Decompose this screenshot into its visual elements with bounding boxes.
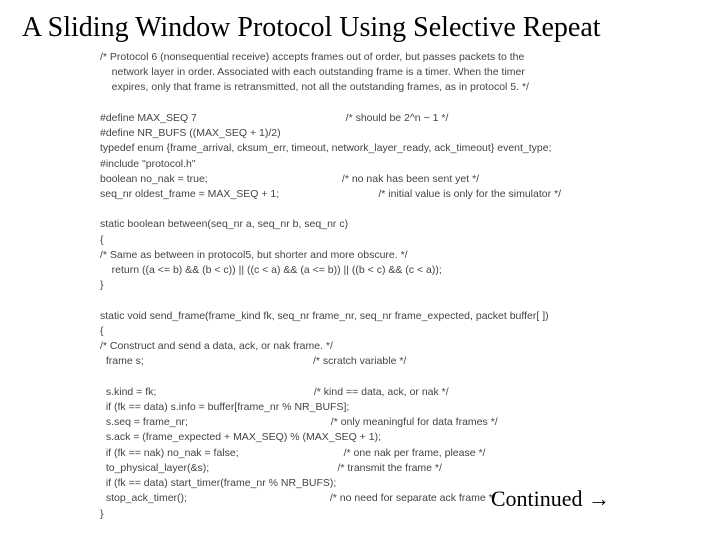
code-line: { xyxy=(100,325,104,337)
code-line: #define NR_BUFS ((MAX_SEQ + 1)/2) xyxy=(100,127,281,139)
code-line: if (fk == nak) no_nak = false; /* one na… xyxy=(100,447,485,459)
code-line: /* Protocol 6 (nonsequential receive) ac… xyxy=(100,51,524,63)
code-line: s.kind = fk; /* kind == data, ack, or na… xyxy=(100,386,449,398)
code-line: seq_nr oldest_frame = MAX_SEQ + 1; /* in… xyxy=(100,188,561,200)
code-line: static void send_frame(frame_kind fk, se… xyxy=(100,310,549,322)
code-line: if (fk == data) start_timer(frame_nr % N… xyxy=(100,477,336,489)
code-line: } xyxy=(100,508,104,520)
code-line: s.seq = frame_nr; /* only meaningful for… xyxy=(100,416,498,428)
continued-label: Continued → xyxy=(491,486,610,512)
code-line: to_physical_layer(&s); /* transmit the f… xyxy=(100,462,442,474)
code-line: return ((a <= b) && (b < c)) || ((c < a)… xyxy=(100,264,442,276)
code-line: /* Construct and send a data, ack, or na… xyxy=(100,340,333,352)
code-line: s.ack = (frame_expected + MAX_SEQ) % (MA… xyxy=(100,431,381,443)
code-line: #define MAX_SEQ 7 /* should be 2^n − 1 *… xyxy=(100,112,448,124)
code-line: } xyxy=(100,279,104,291)
code-block: /* Protocol 6 (nonsequential receive) ac… xyxy=(0,50,720,522)
code-line: frame s; /* scratch variable */ xyxy=(100,355,406,367)
code-line: expires, only that frame is retransmitte… xyxy=(100,81,529,93)
slide-title: A Sliding Window Protocol Using Selectiv… xyxy=(0,0,720,50)
code-line: /* Same as between in protocol5, but sho… xyxy=(100,249,408,261)
code-line: #include "protocol.h" xyxy=(100,158,196,170)
code-line: if (fk == data) s.info = buffer[frame_nr… xyxy=(100,401,349,413)
code-line: boolean no_nak = true; /* no nak has bee… xyxy=(100,173,479,185)
code-line: { xyxy=(100,234,104,246)
slide: A Sliding Window Protocol Using Selectiv… xyxy=(0,0,720,540)
code-line: static boolean between(seq_nr a, seq_nr … xyxy=(100,218,348,230)
code-line: typedef enum {frame_arrival, cksum_err, … xyxy=(100,142,552,154)
code-line: stop_ack_timer(); /* no need for separat… xyxy=(100,492,496,504)
code-line: network layer in order. Associated with … xyxy=(100,66,525,78)
